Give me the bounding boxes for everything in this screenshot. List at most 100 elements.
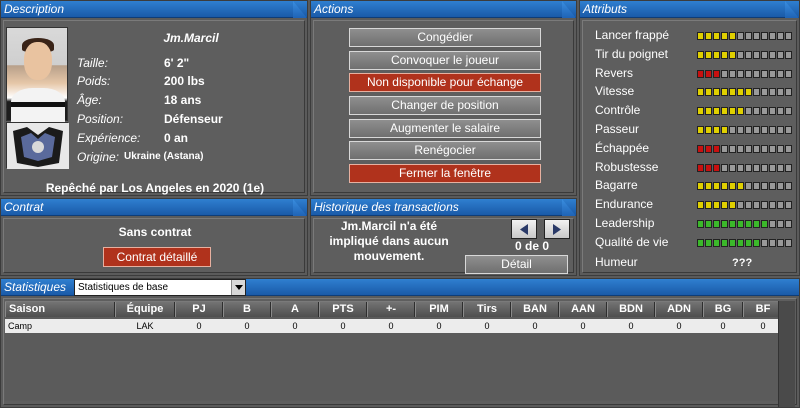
level-segment [769, 107, 776, 116]
column-header[interactable]: BAN [511, 302, 559, 317]
level-segment [705, 220, 712, 228]
level-segment [777, 220, 784, 228]
level-segment [721, 88, 728, 97]
table-cell: 0 [388, 321, 394, 331]
attribute-label: Qualité de vie [595, 234, 669, 249]
level-segment [697, 182, 704, 191]
column-header[interactable]: AAN [559, 302, 607, 317]
level-segment [785, 32, 792, 40]
column-header[interactable]: ADN [655, 302, 703, 317]
stats-table: Saison Équipe PJ B A PTS +- PIM Tirs BAN AAN BDN ADN… [5, 301, 783, 401]
level-segment [713, 220, 720, 228]
arrow-right-icon [553, 224, 561, 235]
attribute-label: Passeur [595, 122, 640, 136]
table-row[interactable]: Camp LAK 0 0 0 0 0 0 0 0 0 0 0 0 0 [5, 319, 778, 333]
column-header[interactable]: PJ [175, 302, 223, 317]
level-segment [737, 69, 744, 78]
trade-availability-button[interactable]: Non disponible pour échange [349, 73, 541, 92]
stats-type-select[interactable]: Statistiques de base [74, 279, 246, 296]
level-segment [761, 182, 768, 191]
table-cell: 0 [340, 321, 346, 331]
table-cell: 0 [436, 321, 442, 331]
renegotiate-button[interactable]: Renégocier [349, 141, 541, 160]
level-segment [721, 182, 728, 191]
attribute-level-bar [697, 220, 793, 228]
column-header[interactable]: A [271, 302, 319, 317]
summon-player-button[interactable]: Convoquer le joueur [349, 51, 541, 70]
attribute-level-bar [697, 50, 793, 59]
level-segment [777, 88, 784, 97]
level-segment [729, 163, 736, 172]
description-header: Description [1, 1, 307, 18]
level-segment [705, 107, 712, 116]
level-segment [777, 107, 784, 116]
draft-info: Repêché par Los Angeles en 2020 (1e) [45, 181, 265, 195]
stats-panel: Statistiques Statistiques de base Saison… [0, 278, 800, 408]
level-segment [761, 144, 768, 153]
level-segment [697, 126, 704, 134]
level-segment [713, 107, 720, 116]
column-header[interactable]: BDN [607, 302, 655, 317]
attribute-label: Lancer frappé [595, 28, 670, 42]
level-segment [713, 126, 720, 134]
level-segment [753, 182, 760, 191]
table-cell: 0 [580, 321, 586, 331]
level-segment [785, 107, 792, 116]
transaction-detail-button[interactable]: Détail [465, 255, 568, 274]
level-segment [753, 201, 760, 210]
level-segment [777, 144, 784, 153]
column-header[interactable]: Équipe [115, 302, 175, 317]
level-segment [697, 88, 704, 97]
level-segment [729, 88, 736, 97]
level-segment [777, 50, 784, 59]
level-segment [753, 144, 760, 153]
fire-button[interactable]: Congédier [349, 28, 541, 47]
attribute-label: Bagarre [595, 178, 638, 193]
level-segment [753, 220, 760, 228]
level-segment [753, 238, 760, 247]
level-segment [729, 220, 736, 228]
level-segment [713, 50, 720, 59]
level-segment [697, 50, 704, 59]
contract-detail-button[interactable]: Contrat détaillé [103, 247, 211, 267]
column-header[interactable]: PIM [415, 302, 463, 317]
level-segment [705, 238, 712, 247]
next-transaction-button[interactable] [544, 219, 570, 239]
level-segment [697, 163, 704, 172]
level-segment [761, 163, 768, 172]
attribute-label: Vitesse [595, 84, 635, 99]
column-header[interactable]: B [223, 302, 271, 317]
stats-scrollbar[interactable] [778, 301, 795, 407]
attribute-level-bar [697, 163, 793, 172]
column-header[interactable]: +- [367, 302, 415, 317]
change-position-button[interactable]: Changer de position [349, 96, 541, 115]
level-segment [761, 32, 768, 40]
level-segment [753, 163, 760, 172]
level-segment [769, 88, 776, 97]
attribute-level-bar [697, 107, 793, 116]
level-segment [785, 69, 792, 78]
level-segment [737, 88, 744, 97]
attribute-label: Échappée [595, 140, 650, 155]
stats-table-header: Saison Équipe PJ B A PTS +- PIM Tirs BAN AAN BDN ADN… [5, 302, 783, 318]
level-segment [785, 220, 792, 228]
level-segment [745, 144, 752, 153]
chevron-down-icon[interactable] [231, 280, 245, 295]
column-header[interactable]: BF [743, 302, 783, 317]
column-header[interactable]: Saison [5, 302, 115, 317]
level-segment [761, 50, 768, 59]
level-segment [761, 107, 768, 116]
level-segment [785, 50, 792, 59]
level-segment [729, 107, 736, 116]
raise-salary-button[interactable]: Augmenter le salaire [349, 119, 541, 138]
close-window-button[interactable]: Fermer la fenêtre [349, 164, 541, 183]
column-header[interactable]: Tirs [463, 302, 511, 317]
level-segment [705, 50, 712, 59]
level-segment [737, 144, 744, 153]
previous-transaction-button[interactable] [511, 219, 537, 239]
level-segment [769, 144, 776, 153]
level-segment [777, 32, 784, 40]
column-header[interactable]: BG [703, 302, 743, 317]
level-segment [705, 32, 712, 40]
column-header[interactable]: PTS [319, 302, 367, 317]
